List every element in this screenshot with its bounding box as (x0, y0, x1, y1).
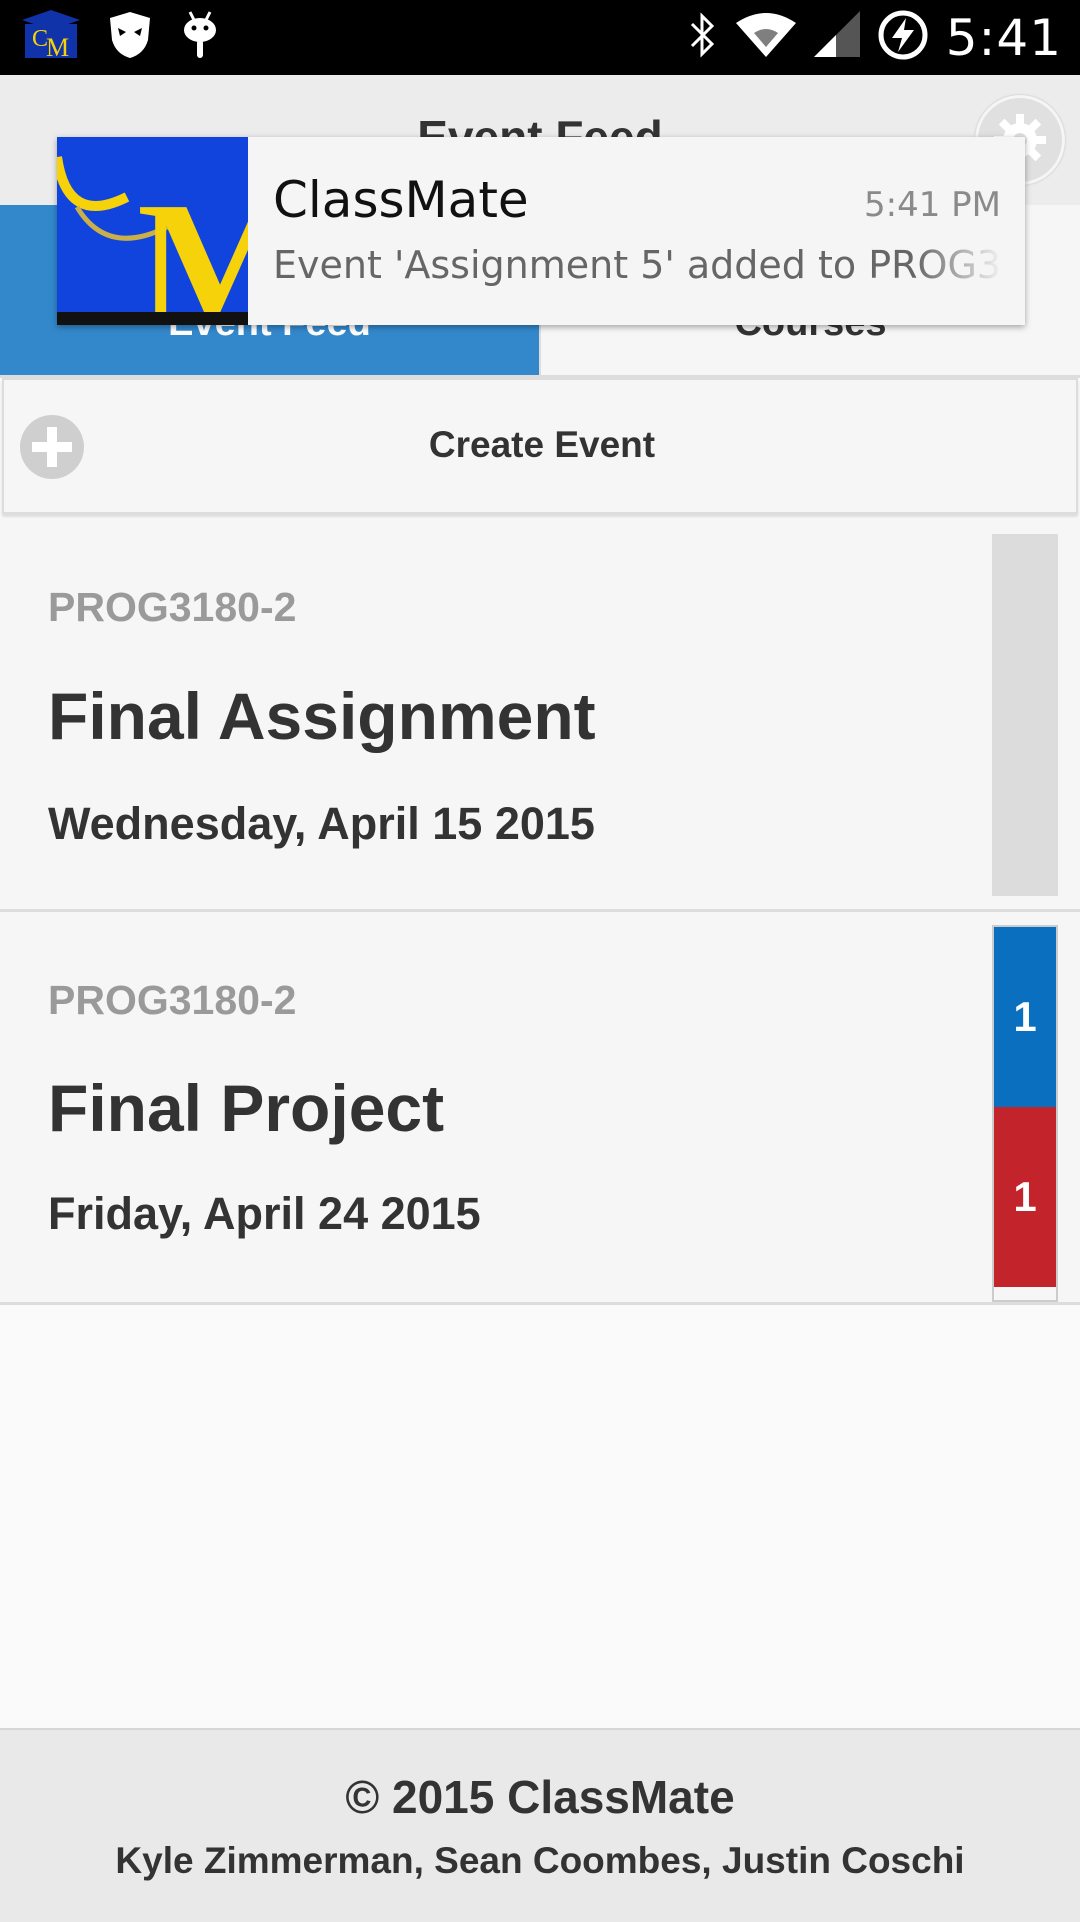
svg-text:M: M (46, 33, 69, 60)
footer-authors: Kyle Zimmerman, Sean Coombes, Justin Cos… (115, 1840, 965, 1881)
event-count-bar (992, 534, 1058, 896)
count-badge-red: 1 (994, 1107, 1056, 1287)
battery-charging-icon (878, 10, 928, 65)
footer-copyright: © 2015 ClassMate (345, 1771, 735, 1823)
event-course: PROG3180-2 (48, 584, 297, 630)
notification-app-name: ClassMate (273, 171, 529, 229)
create-event-button[interactable]: Create Event (2, 378, 1078, 514)
event-item[interactable]: PROG3180-2 Final Assignment Wednesday, A… (0, 518, 1080, 912)
incognito-shield-icon (108, 10, 152, 65)
event-item[interactable]: PROG3180-2 Final Project Friday, April 2… (0, 912, 1080, 1305)
create-event-label: Create Event (428, 424, 656, 465)
android-debug-icon (180, 10, 220, 65)
classmate-logo-icon: M (57, 137, 248, 325)
footer: © 2015 ClassMate Kyle Zimmerman, Sean Co… (0, 1728, 1080, 1922)
cell-signal-icon (813, 11, 860, 64)
event-date: Friday, April 24 2015 (48, 1188, 481, 1239)
bluetooth-icon (688, 12, 718, 63)
event-course: PROG3180-2 (48, 977, 297, 1023)
heads-up-notification[interactable]: M ClassMate 5:41 PM Event 'Assignment 5'… (57, 137, 1025, 325)
notification-time: 5:41 PM (864, 185, 1001, 225)
classmate-app-icon: C M (22, 10, 80, 65)
event-title: Final Project (48, 1071, 445, 1145)
event-title: Final Assignment (48, 679, 596, 753)
status-time: 5:41 (945, 8, 1062, 67)
notification-message: Event 'Assignment 5' added to PROG3180-2 (273, 243, 1003, 287)
event-date: Wednesday, April 15 2015 (48, 798, 595, 849)
count-badge-blue: 1 (994, 927, 1056, 1107)
wifi-signal-icon (735, 11, 796, 64)
svg-text:M: M (137, 165, 248, 325)
event-count-bar: 1 1 (992, 925, 1058, 1302)
status-bar: C M 5:41 (0, 0, 1080, 75)
